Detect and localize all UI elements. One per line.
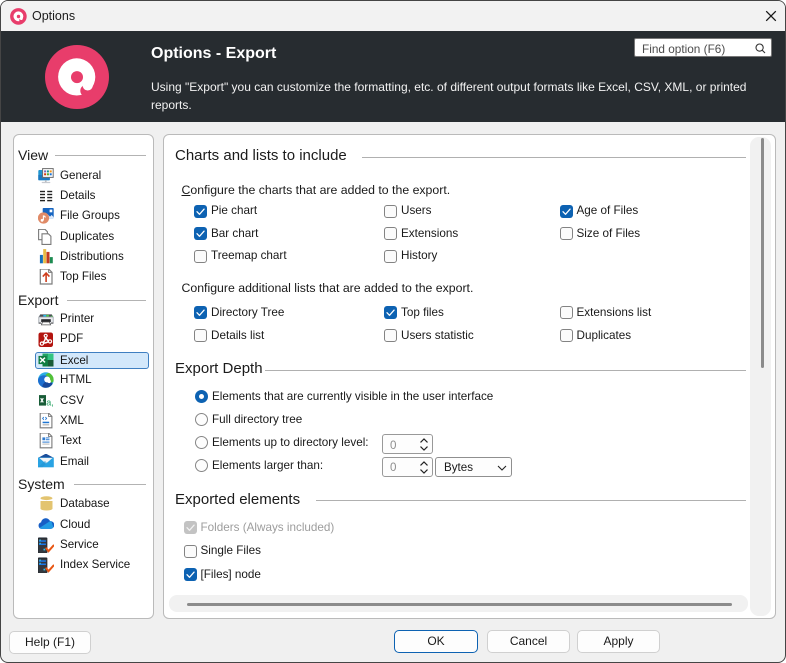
svg-text:a,: a, xyxy=(46,397,54,407)
